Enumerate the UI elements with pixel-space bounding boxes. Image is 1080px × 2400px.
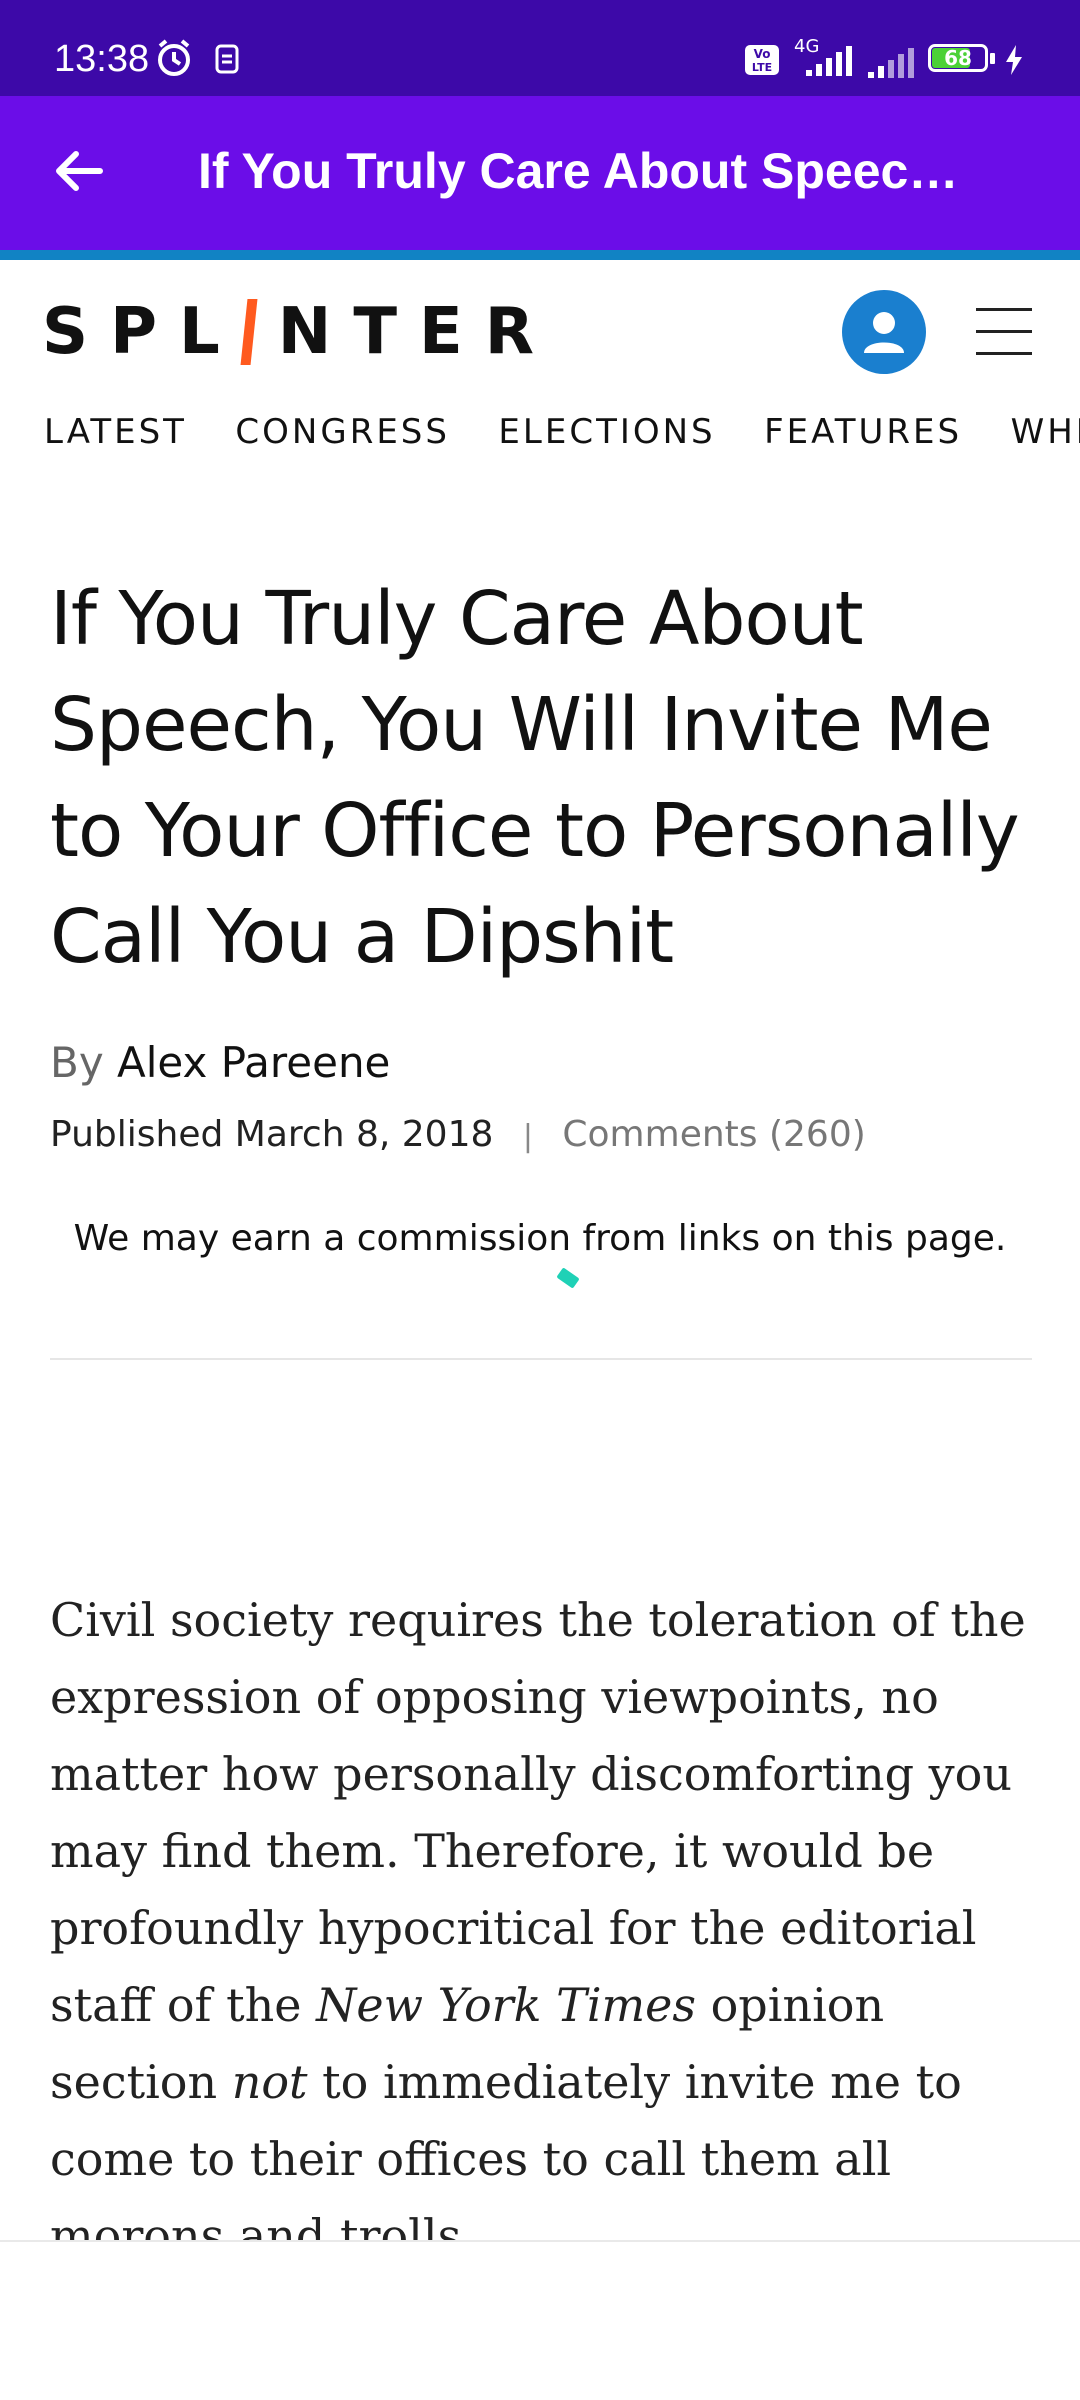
meta-separator: | <box>522 1119 533 1154</box>
divider <box>50 1358 1032 1360</box>
published-label: Published <box>50 1114 224 1155</box>
article-meta: Published March 8, 2018 | Comments (260) <box>50 1114 866 1155</box>
paragraph-italic-text: New York Times <box>316 1978 696 2032</box>
author-link[interactable]: Alex Pareene <box>117 1038 390 1087</box>
byline-label: By <box>50 1038 104 1087</box>
paragraph-text: Civil society requires the toleration of… <box>50 1593 1026 2032</box>
publish-date: March 8, 2018 <box>234 1114 494 1155</box>
comments-link[interactable]: Comments (260) <box>562 1114 865 1155</box>
paragraph-italic-text: not <box>231 2055 308 2109</box>
bottom-bar-border <box>0 2240 1080 2242</box>
byline: By Alex Pareene <box>50 1038 390 1087</box>
article-paragraph: Civil society requires the toleration of… <box>50 1582 1040 2240</box>
article-viewport: If You Truly Care About Speech, You Will… <box>0 0 1080 2240</box>
article-headline: If You Truly Care About Speech, You Will… <box>50 576 1020 980</box>
loading-spinner-icon <box>556 1267 580 1289</box>
affiliate-disclaimer: We may earn a commission from links on t… <box>73 1218 1007 1259</box>
